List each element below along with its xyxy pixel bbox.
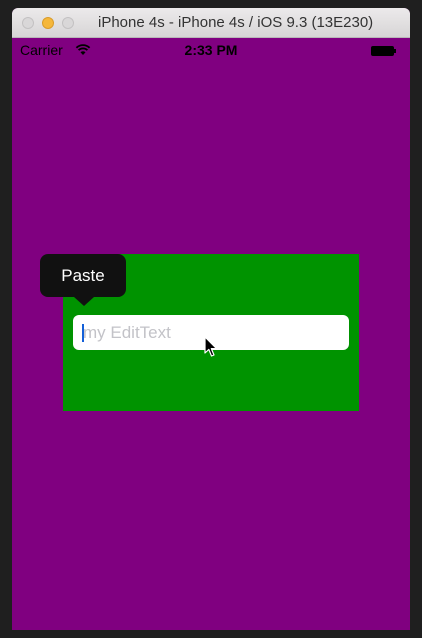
window-title: iPhone 4s - iPhone 4s / iOS 9.3 (13E230) bbox=[98, 14, 374, 31]
simulator-window: iPhone 4s - iPhone 4s / iOS 9.3 (13E230)… bbox=[12, 8, 410, 630]
close-button[interactable] bbox=[22, 17, 34, 29]
zoom-button[interactable] bbox=[62, 17, 74, 29]
battery-icon bbox=[371, 46, 397, 56]
status-time: 2:33 PM bbox=[184, 42, 238, 58]
edit-text-placeholder: my EditText bbox=[83, 323, 171, 342]
minimize-button[interactable] bbox=[42, 17, 54, 29]
paste-menu-arrow bbox=[74, 297, 94, 306]
title-bar[interactable]: iPhone 4s - iPhone 4s / iOS 9.3 (13E230) bbox=[12, 8, 410, 38]
mouse-pointer-icon bbox=[204, 336, 218, 363]
status-bar: Carrier 2:33 PM bbox=[12, 38, 410, 62]
paste-menu-item[interactable]: Paste bbox=[40, 254, 126, 297]
